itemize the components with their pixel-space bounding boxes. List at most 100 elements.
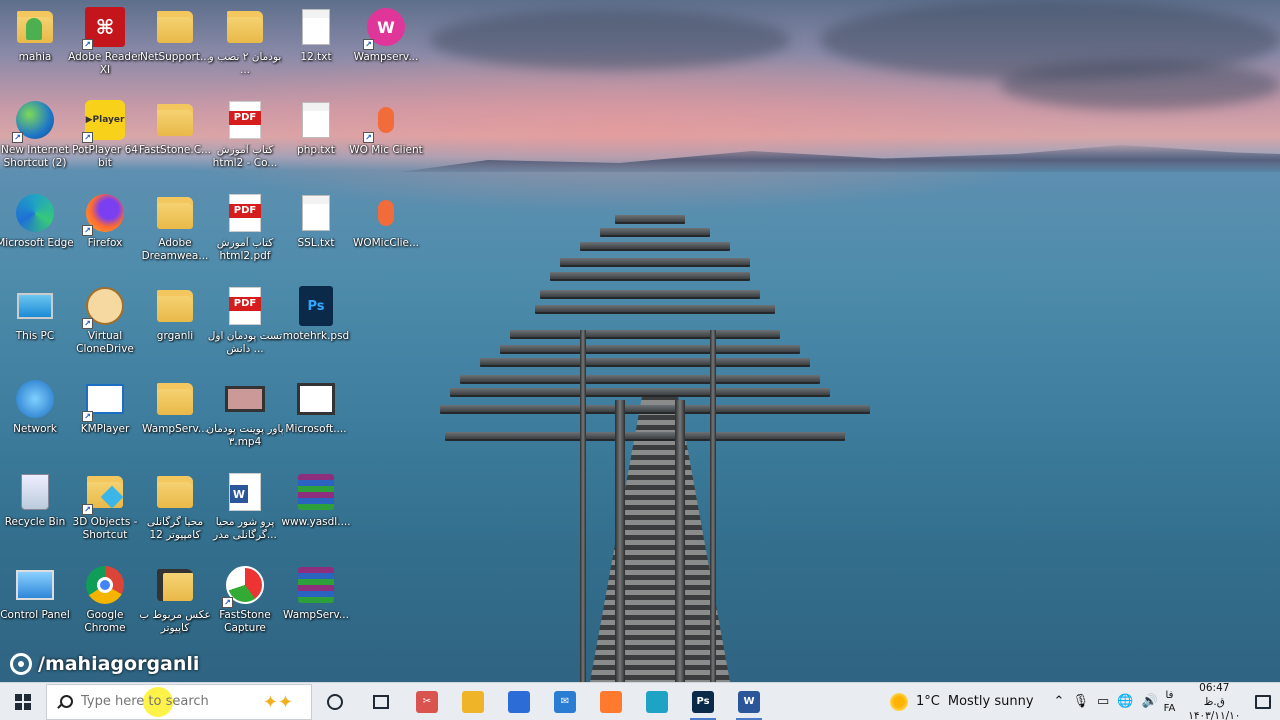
folder3d-icon: ↗ [82,471,126,515]
folder-icon [154,471,196,513]
desktop-icon[interactable]: Adobe Dreamwea... [140,186,210,272]
desktop-icon[interactable]: Recycle Bin [0,465,70,551]
desktop-icon[interactable]: عکس مربوط ب کاپیوتر [139,558,211,644]
desktop-icon[interactable]: FastStone.C... [139,93,211,179]
desktop-icon-label: KMPlayer [80,423,130,435]
desktop-icon[interactable]: پاور پوینت پودمان ۳.mp4 [206,372,284,458]
weather-temp: 1°C [916,694,940,709]
language-indicator[interactable]: فا FA [1164,689,1176,715]
clock[interactable]: 06:47 ق.ظ ۱۴۰۳/۱۱/۱۰ [1187,681,1241,720]
desktop-icon[interactable]: mahia [0,0,70,86]
desktop-icon[interactable]: NetSupport... [140,0,210,86]
desktop-icon[interactable]: SSL.txt [281,186,351,272]
desktop-icon[interactable]: 12.txt [281,0,351,86]
weather-widget[interactable]: 1°C Mostly sunny [890,692,1034,711]
taskbar-firefox-button[interactable] [588,683,634,720]
desktop-icon[interactable]: تست پودمان اول دانش ... [208,279,282,365]
desktop-icon-label: Control Panel [0,609,70,621]
firefox-icon [600,690,622,713]
doc-icon [295,192,337,234]
desktop-icon[interactable]: ▶Player ↗ PotPlayer 64 bit [70,93,140,179]
desktop-icon[interactable]: Network [0,372,70,458]
taskbar-photoshop-button[interactable]: Ps [680,683,726,720]
desktop-icon[interactable]: محیا گرگانلی کامپیوتر 12 [140,465,210,551]
clone-icon: ↗ [82,285,126,329]
desktop-icon-label: Recycle Bin [4,516,66,528]
speaker-icon[interactable]: 🔊 [1141,694,1157,709]
word-icon: W [224,471,266,513]
desktop-icon-label: mahia [18,51,52,63]
snipping-tool-icon: ✂ [416,690,438,713]
desktop-icon[interactable]: ↗ WO Mic Client [349,93,423,179]
desktop-icon[interactable]: WampServ... [140,372,210,458]
pier-rail [710,330,716,682]
desktop-icon[interactable]: ↗ New Internet Shortcut (2) [0,93,70,179]
taskbar-microsoft-store-button[interactable] [496,683,542,720]
desktop-icon[interactable]: Microsoft.... [281,372,351,458]
desktop-icon[interactable]: W پرو شور محیا گرگانلی مدر... [210,465,280,551]
desktop-icon-label: FastStone.C... [138,144,212,156]
taskbar-word-button[interactable]: W [726,683,772,720]
folder-icon [154,285,196,327]
desktop-icon[interactable]: بودمان ۲ نصب و ... [209,0,281,86]
desktop-icon[interactable]: Google Chrome [70,558,140,644]
taskbar-snipping-tool-button[interactable]: ✂ [404,683,450,720]
desktop-icon-grid: mahia ⌘ ↗ Adobe Reader XI NetSupport... بودما… [0,0,423,650]
taskbar-file-explorer-button[interactable] [450,683,496,720]
rdp-icon [295,378,337,420]
mountain-range [400,145,1280,172]
desktop-icon[interactable]: php.txt [281,93,351,179]
desktop-icon-label: motehrk.psd [282,330,350,342]
microphone-icon[interactable]: 🎙 [1072,694,1089,709]
task-view-button[interactable] [358,683,404,720]
file-explorer-icon [462,690,484,713]
search-box[interactable]: ✦✦ [46,683,312,720]
pier-rail [675,400,685,682]
start-button[interactable] [0,683,46,720]
desktop-icon[interactable]: ↗ Virtual CloneDrive [70,279,140,365]
desktop-icon[interactable]: ↗ FastStone Capture [210,558,280,644]
desktop-icon[interactable]: This PC [0,279,70,365]
pier-plank [460,375,820,384]
cortana-button[interactable] [312,683,358,720]
watermark: /mahiagorganli [10,651,199,677]
desktop-icon-label: Network [13,423,57,435]
notification-icon[interactable] [1255,694,1272,709]
desktop-icon-label: Adobe Dreamwea... [141,237,209,262]
desktop-icon[interactable]: کتاب آموزش html2.pdf [210,186,280,272]
desktop-icon[interactable]: کتاب آموزش html2 - Co... [210,93,280,179]
desktop-icon-label: 3D Objects - Shortcut [72,516,138,541]
control-icon [14,564,56,606]
mail-icon: ✉ [554,690,576,713]
desktop-icon[interactable]: ↗ KMPlayer [70,372,140,458]
shortcut-arrow-icon: ↗ [363,39,374,50]
word-icon: W [738,690,760,713]
shortcut-arrow-icon: ↗ [82,318,93,329]
desktop-icon[interactable]: ⌘ ↗ Adobe Reader XI [68,0,142,86]
desktop-icon[interactable]: ↗ 3D Objects - Shortcut [70,465,140,551]
pier-plank [580,242,730,251]
desktop-icon[interactable]: grganli [140,279,210,365]
desktop-icon-label: Microsoft.... [285,423,347,435]
desktop-icon[interactable]: Control Panel [0,558,70,644]
desktop-icon[interactable]: ↗ Firefox [70,186,140,272]
desktop-icon[interactable]: WampServ... [281,558,351,644]
circle-icon [327,693,343,710]
shortcut-arrow-icon: ↗ [82,411,93,422]
search-input[interactable] [81,694,241,709]
chevron-up-icon[interactable]: ⌃ [1054,694,1065,709]
clock-date: ۱۴۰۳/۱۱/۱۰ [1188,709,1241,720]
taskbar-mail-button[interactable]: ✉ [542,683,588,720]
desktop-icon[interactable]: Ps motehrk.psd [281,279,351,365]
taskbar-edge-button[interactable] [634,683,680,720]
desktop-icon[interactable]: W ↗ Wampserv... [351,0,421,86]
mic-icon [365,192,407,234]
desktop-icon[interactable]: WOMicClie... [351,186,421,272]
battery-icon[interactable]: ▭ [1097,694,1109,709]
desktop-icon[interactable]: www.yasdl.... [281,465,351,551]
desktop-icon-label: WampServ... [142,423,208,435]
desktop-icon[interactable]: Microsoft Edge [0,186,74,272]
sparkle-icon[interactable]: ✦✦ [263,692,293,713]
sun-icon [890,692,908,711]
network-globe-icon[interactable]: 🌐 [1117,694,1133,709]
